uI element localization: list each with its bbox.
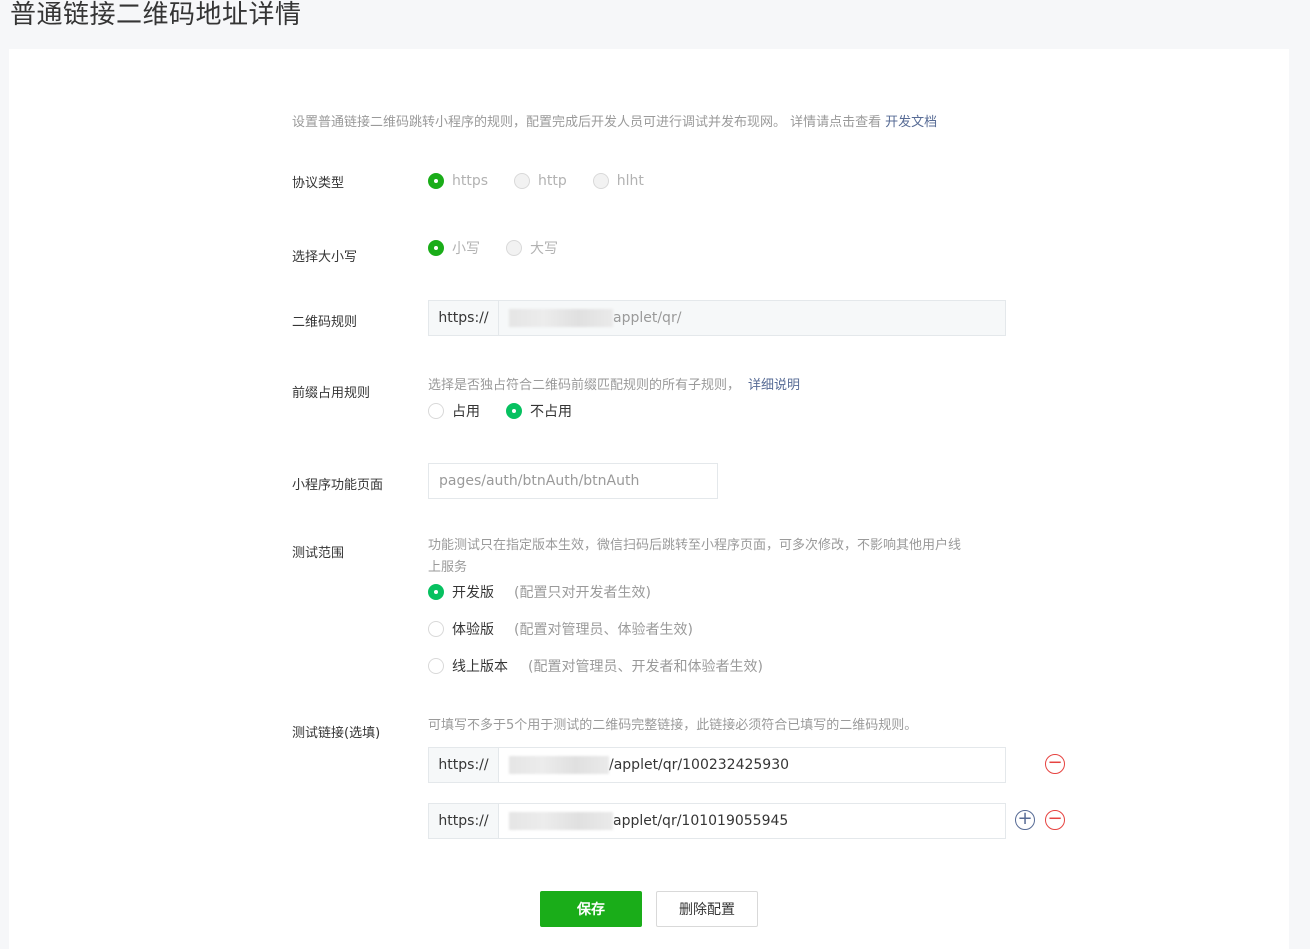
- qr-rule-prefix: https://: [429, 301, 499, 335]
- case-label: 选择大小写: [292, 250, 358, 265]
- case-option-label: 大写: [530, 241, 558, 257]
- test-link-value: applet/qr/101019055945: [613, 813, 789, 829]
- delete-config-button[interactable]: 删除配置: [656, 891, 758, 927]
- radio-unchecked-icon: [428, 403, 444, 419]
- protocol-option-hlht[interactable]: hlht: [592, 173, 644, 189]
- radio-unchecked-icon: [592, 173, 609, 189]
- qr-rule-field: https:// applet/qr/: [428, 300, 1006, 336]
- case-option-lower[interactable]: 小写: [428, 238, 480, 258]
- save-button[interactable]: 保存: [540, 891, 642, 927]
- scope-option-label: 开发版: [452, 585, 494, 601]
- test-scope-hint-line: 上服务: [428, 560, 468, 575]
- test-link-value-container: applet/qr/101019055945: [499, 804, 1005, 838]
- detail-explain-link[interactable]: 详细说明: [748, 378, 800, 393]
- scope-option-trial[interactable]: 体验版 (配置对管理员、体验者生效): [428, 619, 763, 639]
- prefix-option-occupy[interactable]: 占用: [428, 401, 480, 421]
- redacted-domain: [509, 309, 613, 327]
- protocol-option-label: http: [538, 173, 567, 189]
- scope-option-note: (配置只对开发者生效): [514, 585, 651, 601]
- protocol-option-http[interactable]: http: [514, 173, 567, 189]
- protocol-radio-group: https http hlht: [428, 173, 670, 189]
- test-link-prefix: https://: [429, 804, 499, 838]
- case-option-label: 小写: [452, 241, 480, 257]
- radio-unchecked-icon: [428, 621, 444, 637]
- protocol-option-https[interactable]: https: [428, 173, 488, 189]
- redacted-domain: [509, 756, 609, 774]
- prefix-rule-label: 前缀占用规则: [292, 386, 371, 401]
- page-path-input[interactable]: pages/auth/btnAuth/btnAuth: [428, 463, 718, 499]
- prefix-rule-hint: 选择是否独占符合二维码前缀匹配规则的所有子规则， 详细说明: [428, 375, 800, 397]
- test-link-field-1[interactable]: https:// /applet/qr/100232425930: [428, 747, 1006, 783]
- radio-unchecked-icon: [428, 658, 444, 674]
- test-scope-hint: 功能测试只在指定版本生效，微信扫码后跳转至小程序页面，可多次修改，不影响其他用户…: [428, 535, 1018, 579]
- remove-link-1-icon[interactable]: −: [1045, 754, 1065, 774]
- radio-checked-icon: [428, 173, 444, 189]
- case-radio-group: 小写 大写: [428, 238, 584, 258]
- dev-docs-link[interactable]: 开发文档: [885, 115, 937, 130]
- test-links-label: 测试链接(选填): [292, 726, 381, 741]
- prefix-option-label: 占用: [452, 404, 480, 420]
- radio-checked-icon: [506, 403, 522, 419]
- case-option-upper[interactable]: 大写: [506, 238, 558, 258]
- prefix-option-label: 不占用: [530, 404, 572, 420]
- prefix-rule-radio-group: 占用 不占用: [428, 401, 598, 421]
- radio-unchecked-icon: [506, 240, 522, 256]
- scope-option-release[interactable]: 线上版本 (配置对管理员、开发者和体验者生效): [428, 656, 763, 676]
- test-links-hint: 可填写不多于5个用于测试的二维码完整链接，此链接必须符合已填写的二维码规则。: [428, 718, 918, 733]
- radio-checked-icon: [428, 240, 444, 256]
- test-scope-radio-group: 开发版 (配置只对开发者生效) 体验版 (配置对管理员、体验者生效) 线上版本 …: [428, 582, 789, 676]
- redacted-domain: [509, 812, 613, 830]
- page-title: 普通链接二维码地址详情: [10, 0, 302, 30]
- page-path-label: 小程序功能页面: [292, 478, 384, 493]
- intro-text: 设置普通链接二维码跳转小程序的规则，配置完成后开发人员可进行调试并发布现网。 详…: [292, 111, 937, 130]
- scope-option-label: 体验版: [452, 622, 494, 638]
- prefix-rule-hint-text: 选择是否独占符合二维码前缀匹配规则的所有子规则，: [428, 378, 741, 393]
- test-link-value-container: /applet/qr/100232425930: [499, 748, 1005, 782]
- protocol-option-label: https: [452, 173, 489, 189]
- prefix-option-not-occupy[interactable]: 不占用: [506, 401, 572, 421]
- scope-option-dev[interactable]: 开发版 (配置只对开发者生效): [428, 582, 763, 602]
- remove-link-2-icon[interactable]: −: [1045, 810, 1065, 830]
- add-link-icon[interactable]: +: [1015, 810, 1035, 830]
- protocol-option-label: hlht: [616, 173, 644, 189]
- test-scope-hint-line: 功能测试只在指定版本生效，微信扫码后跳转至小程序页面，可多次修改，不影响其他用户…: [428, 538, 962, 553]
- qr-rule-value-container: applet/qr/: [499, 301, 1005, 335]
- test-link-field-2[interactable]: https:// applet/qr/101019055945: [428, 803, 1006, 839]
- test-link-value: /applet/qr/100232425930: [609, 757, 790, 773]
- scope-option-label: 线上版本: [452, 659, 508, 675]
- test-scope-label: 测试范围: [292, 546, 345, 561]
- radio-unchecked-icon: [514, 173, 531, 189]
- config-card: 设置普通链接二维码跳转小程序的规则，配置完成后开发人员可进行调试并发布现网。 详…: [9, 49, 1289, 949]
- radio-checked-icon: [428, 584, 444, 600]
- test-link-prefix: https://: [429, 748, 499, 782]
- protocol-label: 协议类型: [292, 176, 345, 191]
- qr-rule-label: 二维码规则: [292, 315, 358, 330]
- scope-option-note: (配置对管理员、开发者和体验者生效): [528, 659, 763, 675]
- scope-option-note: (配置对管理员、体验者生效): [514, 622, 693, 638]
- qr-rule-value: applet/qr/: [613, 310, 682, 326]
- intro-description: 设置普通链接二维码跳转小程序的规则，配置完成后开发人员可进行调试并发布现网。 详…: [292, 115, 882, 130]
